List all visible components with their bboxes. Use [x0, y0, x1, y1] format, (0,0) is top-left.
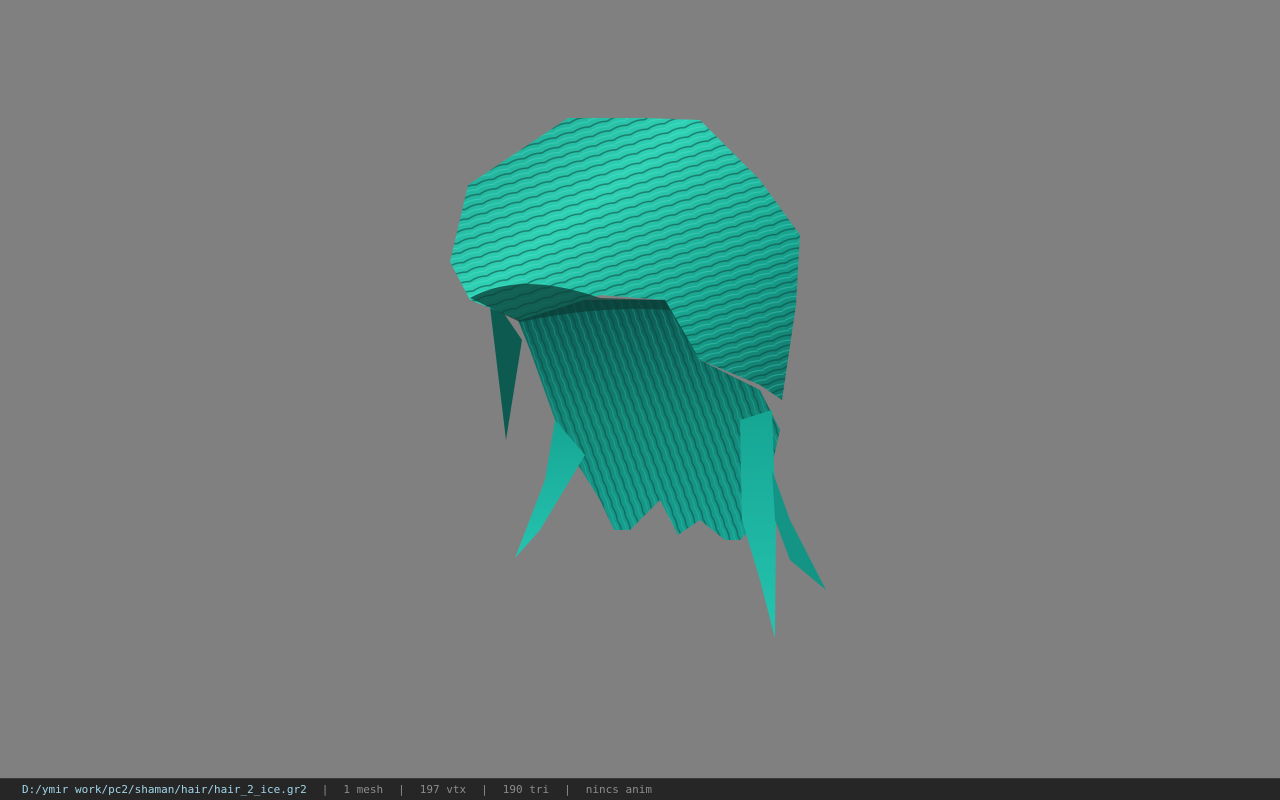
- file-path: D:/ymir work/pc2/shaman/hair/hair_2_ice.…: [22, 783, 307, 796]
- separator: |: [321, 783, 329, 796]
- hair-model: [450, 118, 826, 638]
- separator: |: [398, 783, 405, 796]
- mesh-count: 1 mesh: [343, 783, 384, 796]
- anim-status: nincs anim: [585, 783, 652, 796]
- vertex-count: 197 vtx: [419, 783, 467, 796]
- separator: |: [564, 783, 571, 796]
- 3d-viewport[interactable]: [0, 0, 1280, 778]
- separator: |: [481, 783, 488, 796]
- hair-strand-front-right: [740, 410, 776, 638]
- status-bar: D:/ymir work/pc2/shaman/hair/hair_2_ice.…: [0, 778, 1280, 800]
- triangle-count: 190 tri: [502, 783, 550, 796]
